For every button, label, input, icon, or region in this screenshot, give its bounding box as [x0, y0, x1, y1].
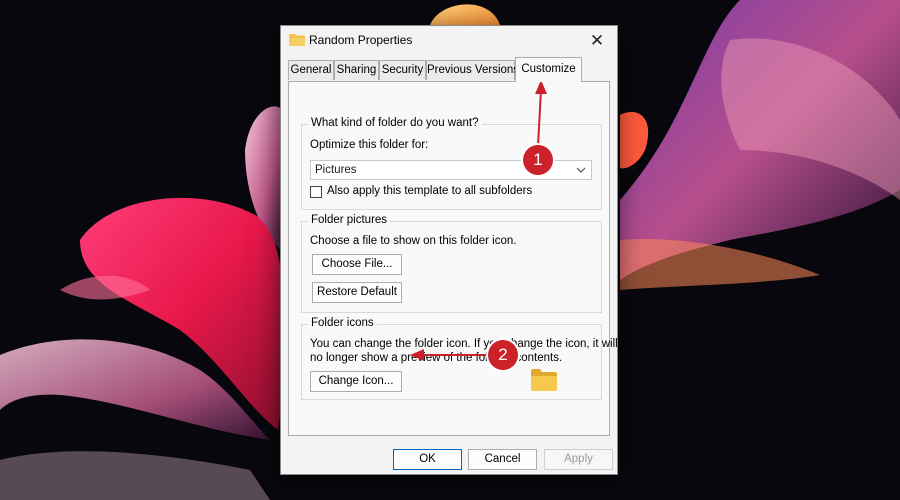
tab-general[interactable]: General — [288, 60, 334, 80]
tab-previous-versions[interactable]: Previous Versions — [426, 60, 519, 80]
title-bar[interactable]: Random Properties ✕ — [281, 26, 617, 56]
folder-pictures-description: Choose a file to show on this folder ico… — [310, 235, 517, 247]
cancel-button[interactable]: Cancel — [468, 449, 537, 470]
optimize-label: Optimize this folder for: — [310, 139, 429, 151]
chevron-down-icon — [576, 167, 586, 173]
close-button[interactable]: ✕ — [577, 26, 617, 56]
tab-customize[interactable]: Customize — [515, 57, 582, 82]
apply-subfolders-checkbox[interactable] — [310, 186, 322, 198]
change-icon-button[interactable]: Change Icon... — [310, 371, 402, 392]
dialog-title: Random Properties — [309, 33, 413, 47]
apply-button[interactable]: Apply — [544, 449, 613, 470]
tab-security[interactable]: Security — [379, 60, 426, 80]
folder-type-group: What kind of folder do you want? Optimiz… — [301, 117, 602, 210]
folder-pictures-group: Folder pictures Choose a file to show on… — [301, 214, 602, 313]
folder-icons-description-line2: no longer show a preview of the folder's… — [310, 352, 563, 364]
close-icon: ✕ — [589, 31, 605, 50]
tab-sharing[interactable]: Sharing — [334, 60, 379, 80]
folder-icons-heading: Folder icons — [308, 317, 377, 329]
properties-dialog: Random Properties ✕ General Sharing Secu… — [280, 25, 618, 475]
callout-badge-2: 2 — [488, 340, 518, 370]
folder-pictures-heading: Folder pictures — [308, 214, 391, 226]
ok-button[interactable]: OK — [393, 449, 462, 470]
folder-icons-group: Folder icons You can change the folder i… — [301, 317, 618, 400]
callout-badge-1: 1 — [523, 145, 553, 175]
folder-icon — [531, 369, 557, 391]
apply-subfolders-label[interactable]: Also apply this template to all subfolde… — [327, 185, 532, 197]
customize-panel: What kind of folder do you want? Optimiz… — [288, 81, 618, 436]
optimize-select-value: Pictures — [315, 164, 357, 176]
folder-type-heading: What kind of folder do you want? — [308, 117, 482, 129]
choose-file-button[interactable]: Choose File... — [312, 254, 402, 275]
folder-icons-description-line1: You can change the folder icon. If you c… — [310, 338, 618, 350]
restore-default-button[interactable]: Restore Default — [312, 282, 402, 303]
folder-icon — [289, 34, 305, 46]
